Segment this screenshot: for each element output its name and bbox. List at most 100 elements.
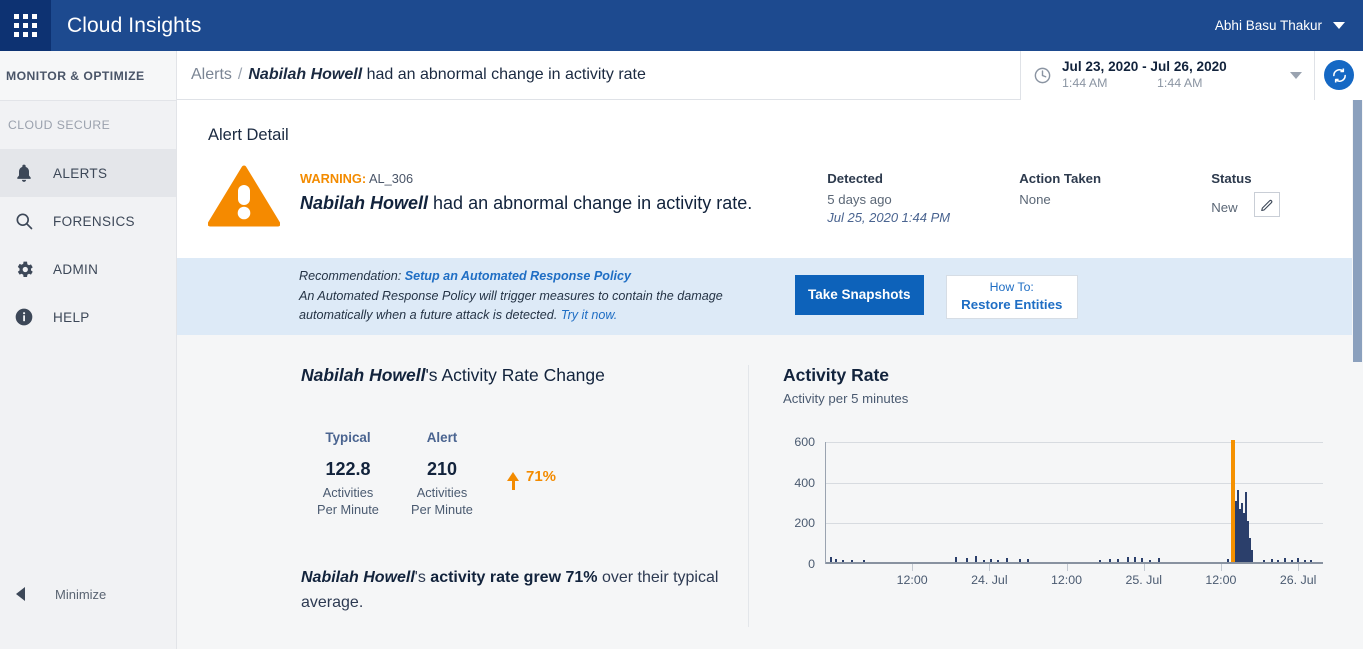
chart-bar <box>835 559 837 562</box>
chart-bar <box>1127 557 1129 562</box>
date-range-end-time: 1:44 AM <box>1157 76 1202 92</box>
chart-x-tick-label: 24. Jul <box>971 573 1008 587</box>
arrow-up-icon <box>507 472 519 481</box>
chart-x-tick-mark <box>989 564 990 571</box>
meta-label: Status <box>1211 171 1341 186</box>
meta-status: Status New <box>1211 171 1341 225</box>
sidebar-section-cloud-secure: CLOUD SECURE <box>0 101 176 149</box>
sidebar-minimize-button[interactable]: Minimize <box>0 574 177 614</box>
try-it-now-link[interactable]: Try it now. <box>561 308 617 322</box>
activity-summary-text: Nabilah Howell's activity rate grew 71% … <box>301 565 741 617</box>
refresh-button[interactable] <box>1324 60 1354 90</box>
chart-bar <box>1271 559 1273 562</box>
recommendation-body-line1: An Automated Response Policy will trigge… <box>299 287 723 307</box>
sidebar-item-admin[interactable]: ADMIN <box>0 245 176 293</box>
chart-bar <box>842 560 844 562</box>
take-snapshots-button[interactable]: Take Snapshots <box>795 275 924 315</box>
date-range-value: Jul 23, 2020 - Jul 26, 2020 <box>1062 59 1227 76</box>
restore-entities-button[interactable]: How To: Restore Entities <box>946 275 1078 319</box>
recommendation-prefix: Recommendation: <box>299 269 405 283</box>
user-menu[interactable]: Abhi Basu Thakur <box>1215 18 1345 33</box>
chart-bar <box>1141 558 1143 562</box>
delta-value: 71% <box>526 468 556 485</box>
sidebar-item-help[interactable]: HELP <box>0 293 176 341</box>
chart-bar <box>830 557 832 562</box>
breadcrumb: Alerts/Nabilah Howell had an abnormal ch… <box>191 66 646 84</box>
activity-rate-chart-panel: Activity Rate Activity per 5 minutes 020… <box>749 365 1328 627</box>
meta-value-secondary: Jul 25, 2020 1:44 PM <box>827 210 1019 225</box>
sidebar-section-monitor: MONITOR & OPTIMIZE <box>0 51 176 101</box>
clock-icon <box>1033 66 1052 85</box>
search-icon <box>12 209 36 233</box>
chart-bar <box>1019 559 1021 562</box>
meta-label: Detected <box>827 171 1019 186</box>
chart-bar <box>1149 560 1151 562</box>
chart-bar <box>1134 557 1136 562</box>
breadcrumb-rest: had an abnormal change in activity rate <box>362 66 646 83</box>
chart-bar <box>1099 560 1101 562</box>
sidebar-item-label: FORENSICS <box>53 214 135 229</box>
breadcrumb-entity: Nabilah Howell <box>248 66 362 83</box>
main-content: Alert Detail WARNING: AL_306 Nabilah How… <box>177 100 1363 649</box>
chart-bar <box>975 556 977 562</box>
chart-bar <box>1251 550 1253 562</box>
grid-apps-icon <box>14 14 37 37</box>
chart-bar <box>1109 559 1111 562</box>
stat-unit-line1: Activities <box>395 484 489 501</box>
chart-bar <box>1117 559 1119 562</box>
breadcrumb-root-link[interactable]: Alerts <box>191 66 232 83</box>
chart-y-tick-label: 0 <box>808 557 815 571</box>
recommendation-link[interactable]: Setup an Automated Response Policy <box>405 269 631 283</box>
vertical-scrollbar-track[interactable] <box>1352 100 1363 649</box>
activity-change-title: Nabilah Howell's Activity Rate Change <box>301 365 748 386</box>
chart-x-tick-label: 25. Jul <box>1125 573 1162 587</box>
chart-bar <box>997 560 999 562</box>
chart-x-tick-mark <box>1298 564 1299 571</box>
chart-bar <box>1158 558 1160 562</box>
chart-bar <box>955 557 957 562</box>
chart-subtitle: Activity per 5 minutes <box>783 391 1328 406</box>
date-range-picker[interactable]: Jul 23, 2020 - Jul 26, 2020 1:44 AM 1:44… <box>1020 51 1315 100</box>
vertical-scrollbar-thumb[interactable] <box>1353 100 1362 362</box>
refresh-icon <box>1331 67 1348 84</box>
alert-id: AL_306 <box>369 171 413 186</box>
stat-unit-line2: Per Minute <box>395 501 489 518</box>
chart-x-tick-mark <box>1067 564 1068 571</box>
chart-bar <box>983 560 985 562</box>
user-name: Abhi Basu Thakur <box>1215 18 1322 33</box>
sidebar-minimize-label: Minimize <box>55 587 106 602</box>
sidebar-item-forensics[interactable]: FORENSICS <box>0 197 176 245</box>
chart-x-tick-mark <box>1144 564 1145 571</box>
summary-bold: activity rate grew 71% <box>430 569 597 586</box>
chart-y-tick-label: 400 <box>794 476 815 490</box>
info-icon <box>12 305 36 329</box>
chart-y-axis: 0200400600 <box>783 442 815 564</box>
meta-value: 5 days ago <box>827 192 1019 207</box>
stat-unit-line2: Per Minute <box>301 501 395 518</box>
sidebar: MONITOR & OPTIMIZE CLOUD SECURE ALERTS F… <box>0 51 177 649</box>
edit-status-button[interactable] <box>1254 192 1280 217</box>
chart-gridline <box>826 442 1323 443</box>
delta-indicator: 71% <box>507 468 556 485</box>
chart-bar <box>863 560 865 562</box>
activity-change-entity: Nabilah Howell <box>301 365 425 385</box>
chart-bar <box>1006 558 1008 562</box>
detail-panels: Nabilah Howell's Activity Rate Change Ty… <box>177 335 1363 627</box>
chart-bar <box>1263 560 1265 562</box>
activity-stats: Typical 122.8 Activities Per Minute Aler… <box>301 430 748 519</box>
recommendation-text: Recommendation: Setup an Automated Respo… <box>299 267 723 327</box>
chart-bar <box>1304 560 1306 562</box>
status-badge: New <box>1211 200 1237 215</box>
app-launcher-button[interactable] <box>0 0 51 51</box>
chart-x-tick-mark <box>1221 564 1222 571</box>
recommendation-body-line2: automatically when a future attack is de… <box>299 308 561 322</box>
sidebar-item-alerts[interactable]: ALERTS <box>0 149 176 197</box>
chevron-down-icon <box>1333 22 1345 29</box>
chart-bar <box>1291 560 1293 562</box>
sidebar-item-label: ADMIN <box>53 262 98 277</box>
chart-alert-marker <box>1231 440 1235 562</box>
chart-bar <box>966 558 968 562</box>
alert-summary-row: WARNING: AL_306 Nabilah Howell had an ab… <box>177 145 1352 258</box>
app-title: Cloud Insights <box>67 14 201 38</box>
stat-unit-line1: Activities <box>301 484 395 501</box>
